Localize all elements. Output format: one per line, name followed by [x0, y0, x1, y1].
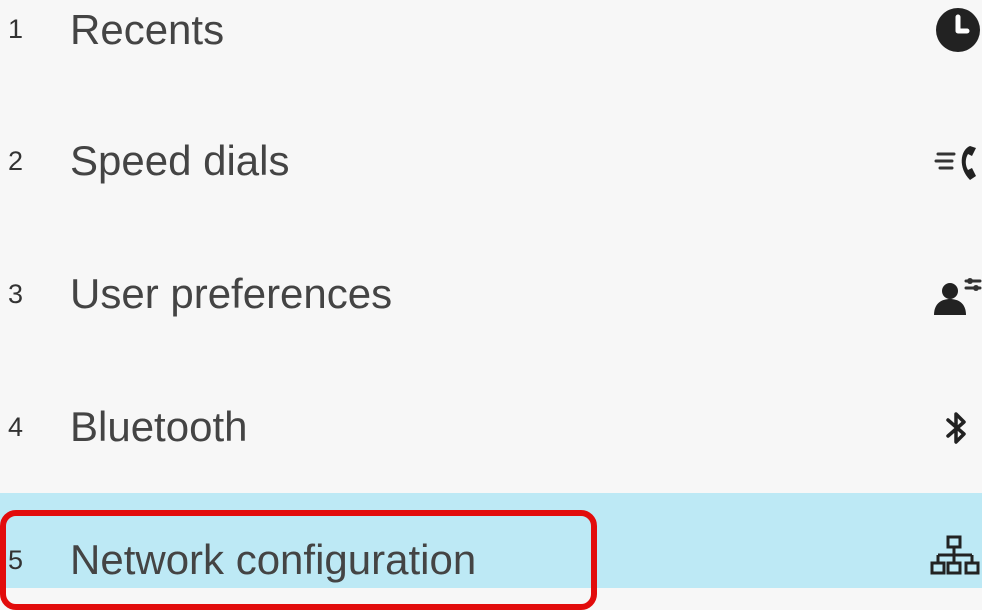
menu-item-label: User preferences — [70, 270, 393, 317]
menu-item-number: 2 — [8, 146, 24, 176]
menu-item-number: 5 — [8, 545, 24, 575]
menu-item-number: 1 — [8, 14, 24, 44]
menu-item-number: 3 — [8, 279, 24, 309]
menu-item-speed-dials[interactable]: 2 Speed dials — [0, 94, 982, 227]
menu-item-label: Speed dials — [70, 137, 290, 184]
speed-dial-icon — [926, 134, 982, 190]
menu-item-label: Bluetooth — [70, 403, 248, 450]
user-preferences-icon — [926, 267, 982, 323]
menu-item-network-configuration[interactable]: 5 Network configuration — [0, 493, 982, 588]
recents-clock-icon — [926, 0, 982, 56]
settings-menu: 1 Recents 2 Speed dials 3 User preferenc… — [0, 0, 982, 610]
menu-item-label: Recents — [70, 6, 225, 53]
menu-item-label: Network configuration — [70, 536, 477, 583]
menu-item-bluetooth[interactable]: 4 Bluetooth — [0, 360, 982, 493]
menu-item-number: 4 — [8, 412, 24, 442]
menu-item-user-preferences[interactable]: 3 User preferences — [0, 227, 982, 360]
menu-item-recents[interactable]: 1 Recents — [0, 0, 982, 93]
bluetooth-icon — [926, 400, 982, 456]
network-icon — [926, 533, 982, 589]
